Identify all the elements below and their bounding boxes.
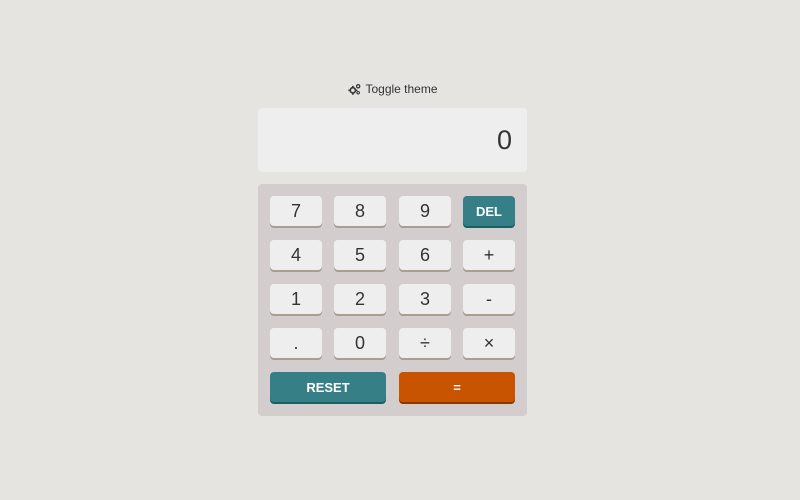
delete-button[interactable]: DEL: [463, 196, 515, 226]
minus-button[interactable]: -: [463, 284, 515, 314]
theme-toggle-label[interactable]: Toggle theme: [365, 80, 437, 98]
key-3[interactable]: 3: [399, 284, 451, 314]
equals-button[interactable]: =: [399, 372, 515, 402]
calculator-display: 0: [258, 108, 527, 172]
gears-icon: [348, 83, 361, 95]
key-6[interactable]: 6: [399, 240, 451, 270]
theme-toggle-button[interactable]: Toggle theme: [348, 80, 438, 98]
key-2[interactable]: 2: [334, 284, 386, 314]
multiply-button[interactable]: ×: [463, 328, 515, 358]
keypad: 7 8 9 DEL 4 5 6 + 1 2 3 - . 0 ÷ × RESET …: [258, 184, 527, 416]
key-4[interactable]: 4: [270, 240, 322, 270]
reset-button[interactable]: RESET: [270, 372, 386, 402]
display-value: 0: [496, 124, 512, 155]
plus-button[interactable]: +: [463, 240, 515, 270]
key-5[interactable]: 5: [334, 240, 386, 270]
decimal-button[interactable]: .: [270, 328, 322, 358]
key-9[interactable]: 9: [399, 196, 451, 226]
key-1[interactable]: 1: [270, 284, 322, 314]
theme-toggle-row: Toggle theme: [0, 80, 786, 98]
key-7[interactable]: 7: [270, 196, 322, 226]
key-0[interactable]: 0: [334, 328, 386, 358]
divide-button[interactable]: ÷: [399, 328, 451, 358]
key-8[interactable]: 8: [334, 196, 386, 226]
